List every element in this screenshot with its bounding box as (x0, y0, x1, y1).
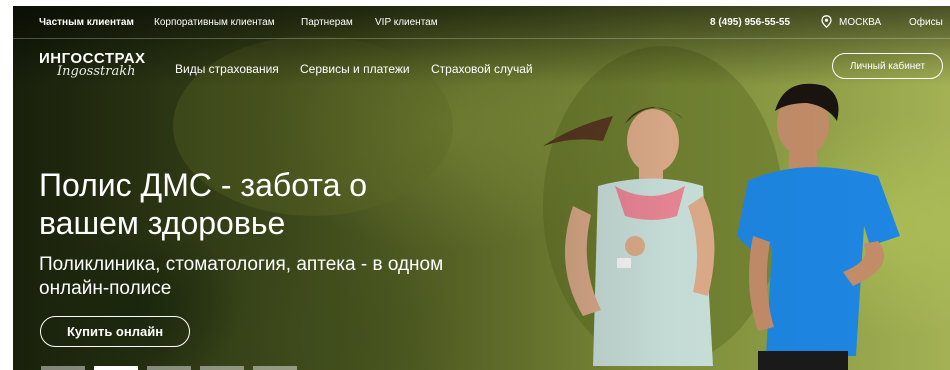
slider-dot[interactable] (200, 366, 244, 370)
buy-online-button[interactable]: Купить онлайн (40, 316, 190, 347)
slider-dot[interactable] (147, 366, 191, 370)
nav-insurance-case[interactable]: Страховой случай (431, 62, 533, 76)
topbar-link-private[interactable]: Частным клиентам (39, 17, 134, 28)
logo-script: Ingosstrakh (57, 64, 136, 79)
nav-services-payments[interactable]: Сервисы и платежи (300, 62, 410, 76)
offices-link[interactable]: Офисы (909, 17, 943, 28)
hero-title: Полис ДМС - забота о вашем здоровье (39, 167, 368, 241)
topbar-link-partners[interactable]: Партнерам (301, 17, 353, 28)
hero-banner: Частным клиентам Корпоративным клиентам … (13, 6, 950, 370)
city-selector[interactable]: МОСКВА (839, 17, 881, 28)
slider-dot[interactable] (253, 366, 297, 370)
slider-dot[interactable] (41, 366, 85, 370)
account-button[interactable]: Личный кабинет (832, 53, 943, 79)
top-bar: Частным клиентам Корпоративным клиентам … (13, 6, 950, 38)
ingosstrakh-logo[interactable]: ИНГОССТРАХ Ingosstrakh (39, 50, 159, 92)
hero-subtitle: Поликлиника, стоматология, аптека - в од… (39, 254, 444, 299)
slider-dot-active[interactable] (94, 366, 138, 370)
topbar-link-corporate[interactable]: Корпоративным клиентам (154, 17, 275, 28)
topbar-link-vip[interactable]: VIP клиентам (375, 17, 438, 28)
nav-insurance-types[interactable]: Виды страхования (175, 62, 279, 76)
topbar-divider (13, 38, 950, 39)
phone-link[interactable]: 8 (495) 956-55-55 (710, 17, 790, 28)
location-pin-icon[interactable] (821, 15, 832, 31)
